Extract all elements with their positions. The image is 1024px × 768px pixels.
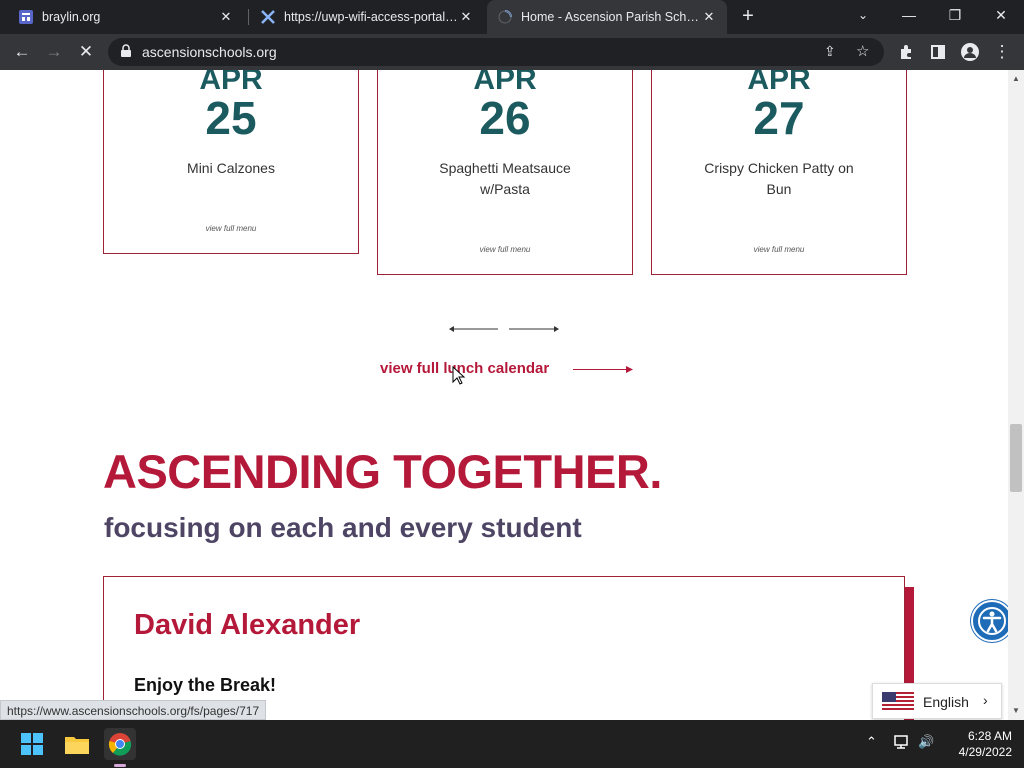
tab-ascension-home[interactable]: Home - Ascension Parish School ✕ bbox=[487, 0, 727, 34]
file-explorer-icon[interactable] bbox=[61, 728, 93, 760]
side-panel-icon[interactable] bbox=[924, 38, 952, 66]
view-full-menu-link[interactable]: view full menu bbox=[104, 224, 358, 233]
share-icon[interactable]: ⇪ bbox=[824, 43, 836, 60]
menu-day: 25 bbox=[205, 92, 257, 144]
close-tab-icon[interactable]: ✕ bbox=[701, 9, 717, 25]
close-window-button[interactable]: ✕ bbox=[978, 0, 1024, 30]
section-heading: ASCENDING TOGETHER. bbox=[103, 445, 662, 498]
forward-button[interactable]: → bbox=[40, 38, 68, 66]
close-tab-icon[interactable]: ✕ bbox=[458, 9, 474, 25]
new-tab-button[interactable]: + bbox=[738, 6, 758, 28]
site-icon bbox=[18, 9, 34, 25]
lock-icon bbox=[120, 44, 132, 63]
status-bar-url: https://www.ascensionschools.org/fs/page… bbox=[0, 700, 267, 720]
loading-spinner-icon bbox=[497, 9, 513, 25]
tab-title: Home - Ascension Parish School bbox=[521, 10, 701, 24]
us-flag-icon bbox=[882, 692, 914, 712]
show-hidden-icons-icon[interactable]: ⌃ bbox=[866, 734, 877, 750]
section-subheading: focusing on each and every student bbox=[104, 512, 582, 543]
chrome-icon[interactable] bbox=[104, 728, 136, 760]
mouse-cursor-icon bbox=[452, 366, 466, 385]
stop-loading-button[interactable]: ✕ bbox=[72, 38, 100, 66]
clock-time: 6:28 AM bbox=[967, 729, 1012, 743]
address-bar[interactable]: ascensionschools.org ⇪ ☆ bbox=[108, 38, 884, 66]
page-viewport: APR 25 Mini Calzones view full menu APR … bbox=[0, 70, 1008, 720]
menu-kebab-icon[interactable]: ⋮ bbox=[988, 38, 1016, 66]
scrollbar-thumb[interactable] bbox=[1010, 424, 1022, 492]
scroll-up-icon[interactable]: ▲ bbox=[1012, 74, 1020, 83]
close-tab-icon[interactable]: ✕ bbox=[218, 9, 234, 25]
tab-search-icon[interactable]: ⌄ bbox=[840, 0, 886, 30]
network-icon[interactable] bbox=[893, 734, 911, 753]
message-title[interactable]: Enjoy the Break! bbox=[134, 675, 276, 696]
view-full-menu-link[interactable]: view full menu bbox=[652, 245, 906, 254]
menu-meal: Mini Calzones bbox=[187, 160, 275, 176]
superintendent-message-card: David Alexander Enjoy the Break! bbox=[103, 576, 905, 720]
chevron-right-icon: › bbox=[983, 692, 988, 708]
menu-card-apr-26[interactable]: APR 26 Spaghetti Meatsauce w/Pasta view … bbox=[377, 70, 633, 275]
tab-divider bbox=[248, 9, 249, 25]
tab-title: braylin.org bbox=[42, 10, 101, 24]
menu-meal: Crispy Chicken Patty on Bun bbox=[704, 160, 854, 197]
extensions-icon[interactable] bbox=[892, 38, 920, 66]
language-selector[interactable]: English › bbox=[872, 683, 1002, 719]
system-clock[interactable]: 6:28 AM 4/29/2022 bbox=[942, 728, 1012, 760]
tab-wifi-portal[interactable]: https://uwp-wifi-access-portal.co ✕ bbox=[250, 0, 484, 34]
address-url: ascensionschools.org bbox=[142, 44, 277, 60]
volume-icon[interactable]: 🔊 bbox=[918, 734, 934, 750]
tab-strip: braylin.org ✕ https://uwp-wifi-access-po… bbox=[0, 0, 1024, 34]
arrow-right-icon bbox=[573, 369, 631, 370]
tab-title: https://uwp-wifi-access-portal.co bbox=[284, 10, 458, 24]
minimize-button[interactable]: — bbox=[886, 0, 932, 30]
carousel-prev-button[interactable] bbox=[448, 322, 500, 334]
active-app-indicator bbox=[114, 764, 126, 767]
profile-avatar-icon[interactable] bbox=[956, 38, 984, 66]
scroll-down-icon[interactable]: ▼ bbox=[1012, 706, 1020, 715]
back-button[interactable]: ← bbox=[8, 38, 36, 66]
message-author: David Alexander bbox=[134, 609, 361, 641]
tab-braylin[interactable]: braylin.org ✕ bbox=[8, 0, 244, 34]
arrow-head-icon bbox=[626, 366, 633, 373]
accessibility-icon[interactable] bbox=[971, 600, 1008, 642]
taskbar: ⌃ 🔊 6:28 AM 4/29/2022 bbox=[0, 720, 1024, 768]
bookmark-star-icon[interactable]: ☆ bbox=[856, 42, 869, 60]
browser-toolbar: ← → ✕ ascensionschools.org ⇪ ☆ ⋮ bbox=[0, 34, 1024, 70]
menu-day: 26 bbox=[479, 92, 531, 144]
carousel-next-button[interactable] bbox=[508, 322, 560, 334]
view-full-menu-link[interactable]: view full menu bbox=[378, 245, 632, 254]
language-label: English bbox=[923, 694, 969, 710]
portal-icon bbox=[260, 9, 276, 25]
page-scrollbar[interactable]: ▲ ▼ bbox=[1008, 70, 1024, 720]
menu-card-apr-25[interactable]: APR 25 Mini Calzones view full menu bbox=[103, 70, 359, 254]
menu-day: 27 bbox=[753, 92, 805, 144]
menu-meal: Spaghetti Meatsauce w/Pasta bbox=[439, 160, 571, 197]
clock-date: 4/29/2022 bbox=[958, 745, 1012, 759]
menu-card-apr-27[interactable]: APR 27 Crispy Chicken Patty on Bun view … bbox=[651, 70, 907, 275]
restore-button[interactable]: ❐ bbox=[932, 0, 978, 30]
windows-start-icon[interactable] bbox=[16, 728, 48, 760]
